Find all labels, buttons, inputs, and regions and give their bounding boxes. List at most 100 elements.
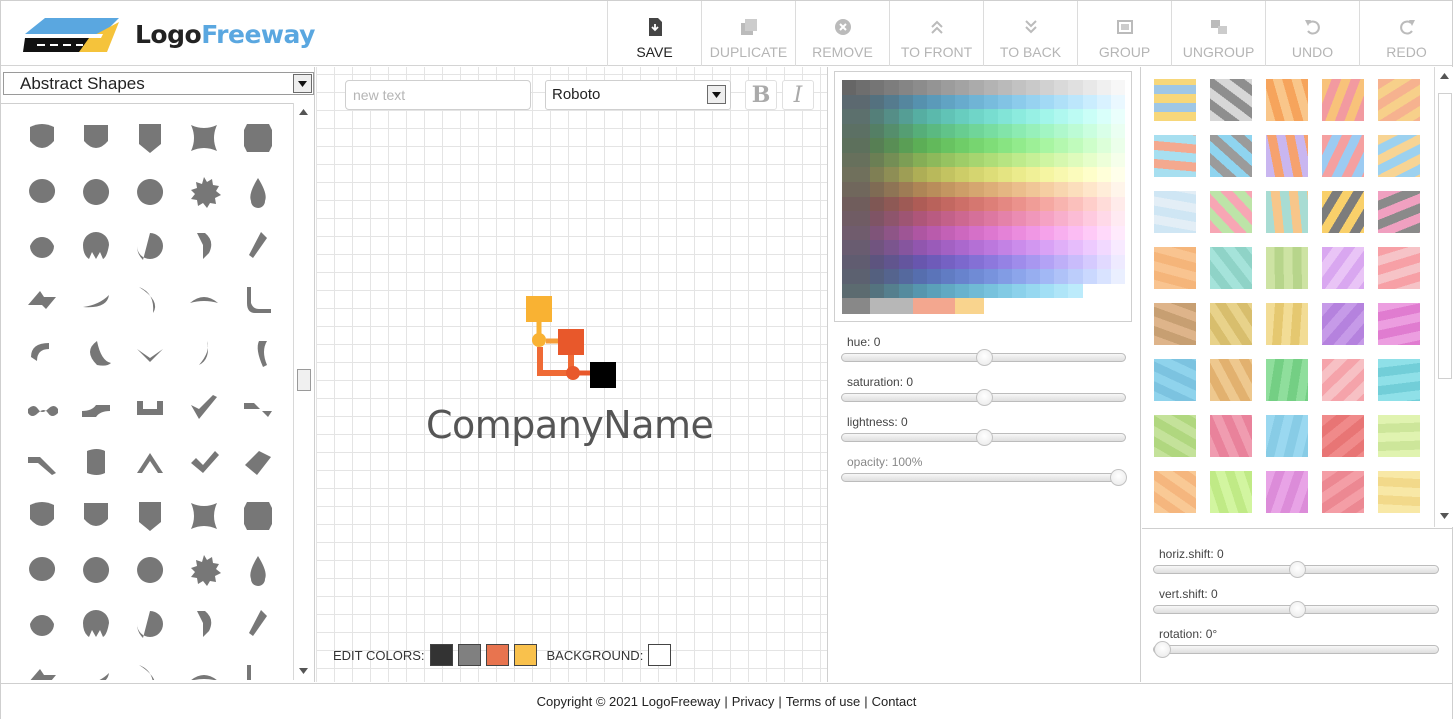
shape-tile[interactable] <box>238 442 278 482</box>
palette-cell[interactable] <box>983 211 999 227</box>
palette-cell[interactable] <box>842 181 857 197</box>
palette-cell[interactable] <box>856 152 871 168</box>
palette-cell[interactable] <box>1040 181 1055 197</box>
palette-cell[interactable] <box>856 94 871 110</box>
palette-cell[interactable] <box>926 283 942 299</box>
pattern-tile[interactable] <box>1378 191 1420 233</box>
palette-cell[interactable] <box>983 196 999 212</box>
to-front-button[interactable]: TO FRONT <box>889 1 983 66</box>
shape-tile[interactable] <box>76 334 116 374</box>
palette-cell[interactable] <box>941 211 956 227</box>
palette-cell[interactable] <box>941 298 956 314</box>
palette-cell[interactable] <box>926 298 942 314</box>
palette-cell[interactable] <box>856 298 871 314</box>
palette-cell[interactable] <box>912 152 928 168</box>
palette-cell[interactable] <box>1025 269 1041 285</box>
shape-tile[interactable] <box>130 280 170 320</box>
palette-cell[interactable] <box>983 138 999 154</box>
palette-cell[interactable] <box>870 109 885 125</box>
pattern-tile[interactable] <box>1154 415 1196 457</box>
palette-cell[interactable] <box>983 254 999 270</box>
palette-cell[interactable] <box>898 240 914 256</box>
shape-tile[interactable] <box>184 604 224 644</box>
palette-cell[interactable] <box>842 211 857 227</box>
palette-cell[interactable] <box>912 269 928 285</box>
pattern-tile[interactable] <box>1266 247 1308 289</box>
shape-tile[interactable] <box>184 388 224 428</box>
palette-cell[interactable] <box>1096 167 1112 183</box>
logo-canvas[interactable]: Roboto B I CompanyName EDIT COLORS: BACK… <box>316 67 828 682</box>
palette-cell[interactable] <box>1082 240 1098 256</box>
palette-cell[interactable] <box>1082 138 1098 154</box>
palette-cell[interactable] <box>1025 283 1041 299</box>
palette-cell[interactable] <box>1110 94 1126 110</box>
palette-cell[interactable] <box>1082 196 1098 212</box>
palette-cell[interactable] <box>997 225 1013 241</box>
palette-cell[interactable] <box>1040 196 1055 212</box>
palette-cell[interactable] <box>997 138 1013 154</box>
pattern-tile[interactable] <box>1210 247 1252 289</box>
palette-cell[interactable] <box>1096 123 1112 139</box>
palette-cell[interactable] <box>842 269 857 285</box>
palette-cell[interactable] <box>884 298 900 314</box>
palette-cell[interactable] <box>997 80 1013 96</box>
palette-cell[interactable] <box>997 211 1013 227</box>
palette-cell[interactable] <box>983 94 999 110</box>
palette-cell[interactable] <box>884 123 900 139</box>
palette-cell[interactable] <box>898 80 914 96</box>
palette-cell[interactable] <box>1040 138 1055 154</box>
palette-cell[interactable] <box>941 167 956 183</box>
palette-cell[interactable] <box>969 211 984 227</box>
palette-cell[interactable] <box>1011 254 1027 270</box>
palette-cell[interactable] <box>941 94 956 110</box>
palette-cell[interactable] <box>912 181 928 197</box>
privacy-link[interactable]: Privacy <box>732 694 775 709</box>
pattern-tile[interactable] <box>1210 415 1252 457</box>
palette-cell[interactable] <box>912 138 928 154</box>
chevron-down-icon[interactable] <box>707 85 726 104</box>
redo-button[interactable]: REDO <box>1359 1 1453 66</box>
palette-cell[interactable] <box>969 138 984 154</box>
palette-cell[interactable] <box>1025 109 1041 125</box>
shape-tile[interactable] <box>76 604 116 644</box>
palette-cell[interactable] <box>997 283 1013 299</box>
pattern-tile[interactable] <box>1322 359 1364 401</box>
palette-cell[interactable] <box>941 123 956 139</box>
palette-cell[interactable] <box>983 181 999 197</box>
shape-tile[interactable] <box>76 658 116 680</box>
palette-cell[interactable] <box>1025 80 1041 96</box>
shape-tile[interactable] <box>184 550 224 590</box>
palette-cell[interactable] <box>870 298 885 314</box>
palette-cell[interactable] <box>941 181 956 197</box>
palette-cell[interactable] <box>870 254 885 270</box>
terms-link[interactable]: Terms of use <box>786 694 860 709</box>
pattern-tile[interactable] <box>1378 303 1420 345</box>
palette-cell[interactable] <box>884 167 900 183</box>
pattern-tile[interactable] <box>1266 79 1308 121</box>
palette-cell[interactable] <box>997 94 1013 110</box>
palette-cell[interactable] <box>955 283 970 299</box>
palette-cell[interactable] <box>983 269 999 285</box>
palette-cell[interactable] <box>1110 152 1126 168</box>
palette-cell[interactable] <box>1040 254 1055 270</box>
palette-cell[interactable] <box>997 254 1013 270</box>
palette-cell[interactable] <box>1096 211 1112 227</box>
pattern-tile[interactable] <box>1378 359 1420 401</box>
palette-cell[interactable] <box>926 94 942 110</box>
palette-cell[interactable] <box>926 167 942 183</box>
palette-cell[interactable] <box>856 167 871 183</box>
palette-cell[interactable] <box>955 109 970 125</box>
palette-cell[interactable] <box>941 283 956 299</box>
palette-cell[interactable] <box>926 225 942 241</box>
shape-tile[interactable] <box>184 172 224 212</box>
palette-cell[interactable] <box>842 254 857 270</box>
palette-cell[interactable] <box>997 109 1013 125</box>
palette-cell[interactable] <box>1025 240 1041 256</box>
palette-cell[interactable] <box>898 225 914 241</box>
palette-cell[interactable] <box>1011 167 1027 183</box>
palette-cell[interactable] <box>1068 298 1084 314</box>
palette-cell[interactable] <box>983 283 999 299</box>
pattern-tile[interactable] <box>1322 471 1364 513</box>
palette-cell[interactable] <box>1082 167 1098 183</box>
palette-cell[interactable] <box>842 167 857 183</box>
